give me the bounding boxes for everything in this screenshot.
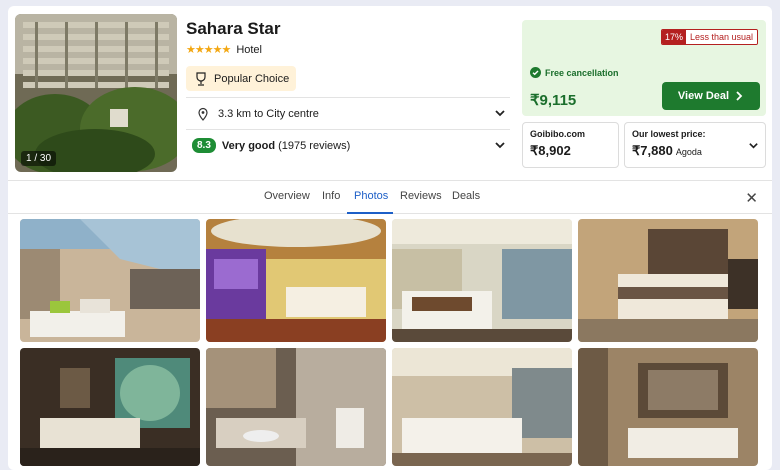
detail-tabs: Overview Info Photos Reviews Deals ✕ — [8, 180, 772, 214]
tab-deals[interactable]: Deals — [452, 190, 480, 202]
deal-price: ₹9,115 — [530, 92, 577, 109]
view-deal-label: View Deal — [677, 90, 730, 102]
rating-text: Very good — [221, 139, 276, 152]
alt-price-lowest[interactable]: Our lowest price: ₹7,880 Agoda — [624, 122, 766, 168]
photo-thumbnail[interactable] — [206, 348, 386, 466]
photo-thumbnail[interactable] — [206, 219, 386, 342]
alt-price-label: Our lowest price: — [632, 129, 706, 139]
photo-thumbnail[interactable] — [578, 348, 758, 466]
popular-choice-badge: Popular Choice — [186, 66, 296, 91]
photo-thumbnail[interactable] — [20, 219, 200, 342]
rating-score-badge: 8.3 — [192, 138, 216, 153]
tab-photos[interactable]: Photos — [354, 190, 388, 202]
photo-thumbnail[interactable] — [20, 348, 200, 466]
photo-thumbnail[interactable] — [578, 219, 758, 342]
hotel-type: Hotel — [236, 43, 262, 56]
chevron-right-icon — [736, 91, 743, 101]
photo-counter: 1 / 30 — [21, 151, 57, 166]
review-count: (1975 reviews) — [278, 139, 351, 152]
tab-reviews[interactable]: Reviews — [400, 190, 442, 202]
discount-badge: 17% Less than usual — [660, 29, 758, 45]
chevron-down-icon[interactable] — [494, 107, 506, 119]
alt-price-goibibo[interactable]: Goibibo.com ₹8,902 — [522, 122, 619, 168]
close-icon[interactable]: ✕ — [745, 189, 758, 207]
tab-info[interactable]: Info — [322, 190, 340, 202]
photo-thumbnail[interactable] — [392, 219, 572, 342]
tab-overview[interactable]: Overview — [264, 190, 310, 202]
active-tab-underline — [347, 212, 393, 214]
chevron-down-icon[interactable] — [494, 139, 506, 151]
location-pin-icon — [198, 107, 208, 121]
alt-price-label: Goibibo.com — [530, 129, 585, 139]
photo-thumbnail[interactable] — [392, 348, 572, 466]
star-rating: ★★★★★ — [186, 44, 231, 56]
alt-price-value: ₹7,880 — [632, 143, 673, 158]
discount-percent: 17% — [661, 30, 686, 44]
hotel-class-row: ★★★★★ Hotel — [186, 43, 262, 57]
distance-row[interactable]: 3.3 km to City centre — [186, 97, 510, 129]
trophy-icon — [196, 71, 206, 86]
view-deal-button[interactable]: View Deal — [662, 82, 760, 110]
free-cancellation-text: Free cancellation — [545, 67, 619, 78]
hotel-name[interactable]: Sahara Star — [186, 19, 281, 39]
free-cancellation: Free cancellation — [530, 67, 619, 78]
alt-price-site: Agoda — [675, 147, 702, 157]
rating-row[interactable]: 8.3 Very good (1975 reviews) — [186, 129, 510, 161]
hotel-card: 1 / 30 Sahara Star ★★★★★ Hotel Popular C… — [8, 6, 772, 470]
hotel-hero-photo[interactable]: 1 / 30 — [15, 14, 177, 172]
check-circle-icon — [530, 67, 541, 78]
popular-choice-label: Popular Choice — [214, 72, 290, 85]
discount-label: Less than usual — [685, 30, 757, 44]
main-deal-box: 17% Less than usual Free cancellation ₹9… — [522, 20, 766, 116]
chevron-down-icon[interactable] — [748, 140, 759, 151]
alt-price-value: ₹8,902 — [530, 143, 571, 158]
distance-text: 3.3 km to City centre — [218, 107, 319, 120]
